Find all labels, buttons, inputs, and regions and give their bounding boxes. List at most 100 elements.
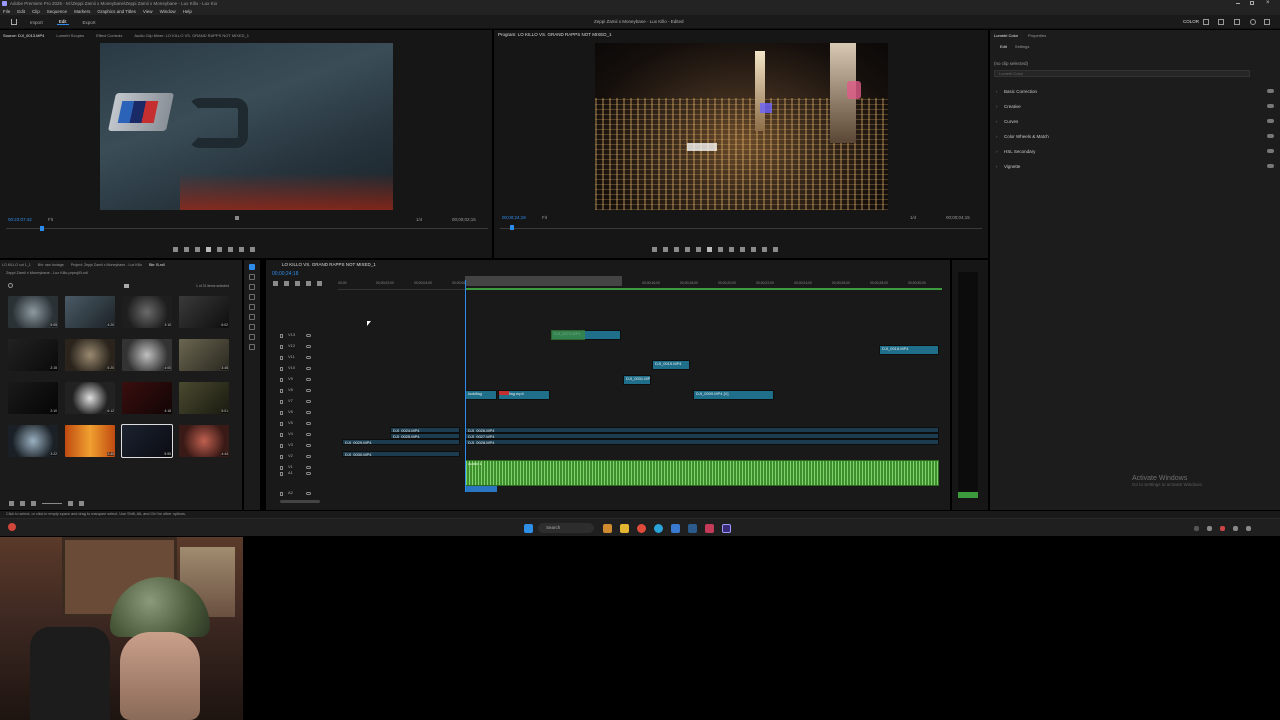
eye-icon[interactable] [306, 345, 311, 348]
timeline-clip[interactable]: DJI_0028.MP4 [465, 439, 939, 445]
timeline-playhead[interactable] [465, 280, 466, 492]
eye-icon[interactable] [306, 367, 311, 370]
automate-icon[interactable] [79, 500, 84, 506]
menu-item[interactable]: Graphics and Titles [97, 9, 136, 14]
program-monitor-title[interactable]: Program: LO KILLO VS. GRAND RAPPS NOT MI… [498, 32, 611, 37]
timeline-zoom-scrollbar[interactable] [280, 500, 320, 503]
step-forward-icon[interactable] [718, 247, 723, 252]
track-header[interactable]: V8 [266, 387, 338, 397]
track-header[interactable]: A2 [266, 490, 338, 500]
source-panel-tab[interactable]: Source: DJI_0013.MP4 [3, 33, 44, 38]
eye-icon[interactable] [306, 389, 311, 392]
timeline-settings-icon[interactable] [317, 280, 322, 286]
eye-icon[interactable] [306, 472, 311, 475]
add-marker-icon[interactable] [306, 280, 311, 286]
timeline-clip[interactable]: DJI_0029.MP4 [342, 439, 460, 445]
audio-clip-waveform[interactable]: Audio 1 [465, 460, 939, 486]
lock-icon[interactable] [280, 345, 283, 349]
menu-item[interactable]: Sequence [47, 9, 67, 14]
eye-icon[interactable] [306, 334, 311, 337]
lut-select[interactable]: Lumetri Color [994, 70, 1250, 77]
type-tool-icon[interactable] [249, 344, 255, 350]
extract-icon[interactable] [751, 247, 756, 252]
source-scrub-bar[interactable] [6, 228, 488, 231]
edge-icon[interactable] [654, 523, 663, 533]
media-app-icon[interactable] [705, 523, 714, 533]
section-enable-toggle[interactable] [1267, 149, 1274, 153]
lock-icon[interactable] [280, 433, 283, 437]
project-thumbnail[interactable]: DJI_0031.MP46:02 [179, 296, 229, 328]
timeline-timecode[interactable]: 00;00;24;18 [272, 271, 298, 277]
eye-icon[interactable] [306, 356, 311, 359]
tray-volume-icon[interactable] [1233, 525, 1238, 531]
lumetri-section[interactable]: › HSL Secondary [996, 144, 1274, 158]
step-back-icon[interactable] [195, 247, 200, 252]
source-panel-tab[interactable]: Lumetri Scopes [56, 33, 84, 38]
mark-out-icon[interactable] [674, 247, 679, 252]
project-thumbnail[interactable]: DJI_0055.MP44:44 [179, 425, 229, 457]
lock-icon[interactable] [280, 455, 283, 459]
source-resolution-select[interactable]: 1/4 [416, 217, 422, 222]
go-to-out-icon[interactable] [729, 247, 734, 252]
section-enable-toggle[interactable] [1267, 89, 1274, 93]
section-enable-toggle[interactable] [1267, 104, 1274, 108]
taskbar-search-box[interactable]: Search [538, 523, 594, 533]
eye-icon[interactable] [306, 411, 311, 414]
hand-tool-icon[interactable] [249, 334, 255, 340]
program-fit-select[interactable]: Fit [542, 215, 547, 220]
program-playhead[interactable] [510, 225, 514, 230]
lumetri-section[interactable]: › Vignette [996, 159, 1274, 173]
eye-icon[interactable] [306, 455, 311, 458]
mail-icon[interactable] [671, 523, 680, 533]
lock-icon[interactable] [280, 472, 283, 476]
source-fit-select[interactable]: Fit [48, 217, 53, 222]
program-resolution-select[interactable]: 1/4 [910, 215, 916, 220]
workspace-tab[interactable]: Edit [56, 19, 69, 25]
lock-icon[interactable] [280, 356, 283, 360]
lock-icon[interactable] [280, 422, 283, 426]
project-thumbnail[interactable]: DJI_0053.MP45:55 [121, 424, 173, 458]
mark-in-icon[interactable] [173, 247, 178, 252]
lumetri-section[interactable]: › Color Wheels & Match [996, 129, 1274, 143]
project-thumbnail[interactable]: DJI_0035.MP45:20 [65, 339, 115, 371]
project-tab[interactable]: Bin: B-roll [149, 263, 165, 267]
timeline-clip[interactable]: DJI_0018.MP4 [879, 345, 939, 355]
search-icon[interactable] [8, 283, 13, 288]
freeform-view-icon[interactable] [31, 500, 36, 506]
snap-icon[interactable] [284, 280, 289, 286]
lumetri-section[interactable]: › Curves [996, 114, 1274, 128]
project-thumbnail[interactable]: DJI_0045.MP44:18 [122, 382, 172, 414]
menu-item[interactable]: Clip [32, 9, 40, 14]
project-thumbnail[interactable]: DJI_0043.MP46:12 [65, 382, 115, 414]
project-tab[interactable]: Bin: raw footage [38, 263, 64, 267]
weather-icon[interactable] [8, 523, 16, 531]
notifications-icon[interactable] [1250, 19, 1256, 25]
source-timecode[interactable]: 00:23:07:42 [8, 217, 32, 222]
track-header[interactable]: V2 [266, 453, 338, 463]
workspaces-icon[interactable] [1203, 19, 1209, 25]
menu-item[interactable]: Edit [17, 9, 25, 14]
lumetri-tab[interactable]: Properties [1028, 33, 1046, 38]
project-thumbnail[interactable]: DJI_0039.MP43:45 [179, 339, 229, 371]
comparison-view-icon[interactable] [773, 247, 778, 252]
timeline-clip[interactable]: lookflag [465, 390, 497, 400]
eye-icon[interactable] [306, 400, 311, 403]
workspace-tab[interactable]: Import [28, 20, 45, 25]
linked-selection-icon[interactable] [295, 280, 300, 286]
eye-icon[interactable] [306, 433, 311, 436]
close-icon[interactable]: × [1266, 0, 1270, 6]
section-enable-toggle[interactable] [1267, 164, 1274, 168]
export-frame-icon[interactable] [250, 247, 255, 252]
project-tab[interactable]: LO KILLO cut 1_1 [2, 263, 31, 267]
section-enable-toggle[interactable] [1267, 119, 1274, 123]
timeline-clip[interactable]: DJI_0031.MP4 [623, 375, 651, 385]
tray-network-icon[interactable] [1207, 525, 1212, 531]
project-thumbnail[interactable]: DJI_0037.MP44:00 [122, 339, 172, 371]
lock-icon[interactable] [280, 411, 283, 415]
lumetri-subtab[interactable]: Edit [1000, 44, 1007, 49]
lock-icon[interactable] [280, 444, 283, 448]
minimize-icon[interactable] [1236, 3, 1240, 4]
sort-icon[interactable] [68, 500, 73, 506]
workspace-tab[interactable]: Export [81, 20, 98, 25]
tray-battery-icon[interactable] [1246, 525, 1251, 531]
